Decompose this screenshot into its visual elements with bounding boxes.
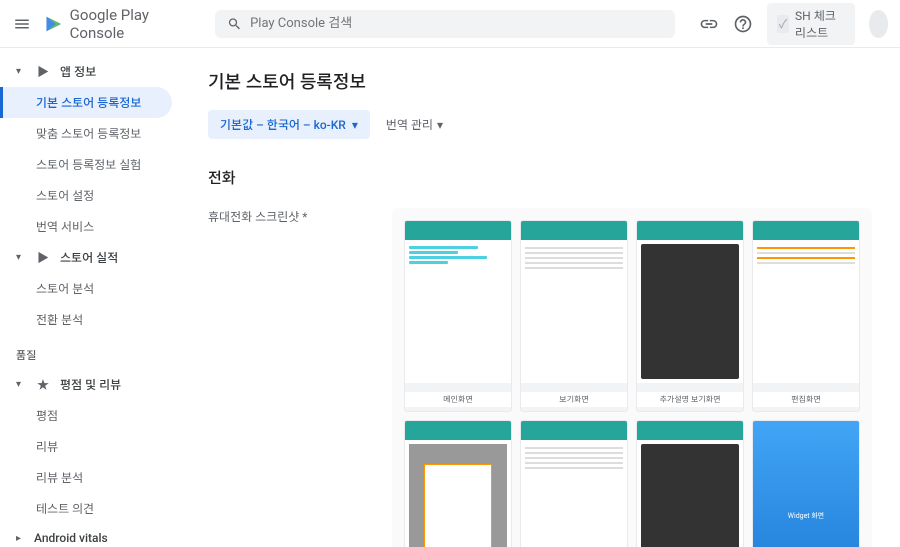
- sidebar-item[interactable]: 평점: [0, 400, 172, 431]
- check-icon: ✓: [777, 15, 789, 33]
- lang-label: 기본값 – 한국어 – ko-KR: [220, 116, 346, 133]
- screenshot-thumbnail[interactable]: 메인화면: [404, 220, 512, 412]
- checklist-label: SH 체크리스트: [795, 7, 845, 41]
- nav-label: 스토어 설정: [36, 187, 94, 204]
- translate-label: 번역 관리: [386, 116, 433, 133]
- help-icon[interactable]: [733, 14, 753, 34]
- screenshot-thumbnail[interactable]: 보기화면: [520, 220, 628, 412]
- nav-label: 스토어 등록정보 실험: [36, 156, 141, 173]
- language-chip[interactable]: 기본값 – 한국어 – ko-KR ▾: [208, 110, 370, 139]
- sidebar-item[interactable]: 스토어 분석: [0, 273, 172, 304]
- nav-label: 앱 정보: [60, 63, 96, 80]
- play-icon: ▶: [34, 63, 52, 80]
- chevron-right-icon: ▸: [16, 533, 28, 544]
- nav-label: 번역 서비스: [36, 218, 94, 235]
- nav-label: 평점 및 리뷰: [60, 376, 121, 393]
- sidebar-item[interactable]: 스토어 등록정보 실험: [0, 149, 172, 180]
- nav-label: Android vitals: [34, 531, 108, 545]
- menu-icon[interactable]: [12, 12, 32, 36]
- screenshot-field: 휴대전화 스크린샷 * 메인화면보기화면추가설명 보기화면편집화면추가설명 편집…: [208, 208, 872, 547]
- screenshot-thumbnail[interactable]: 추가설명 보기화면: [636, 220, 744, 412]
- sidebar-item[interactable]: 번역 서비스: [0, 211, 172, 242]
- sidebar-item-vitals[interactable]: ▸ Android vitals: [0, 524, 172, 547]
- sidebar-item[interactable]: 리뷰: [0, 431, 172, 462]
- nav-label: 맞춤 스토어 등록정보: [36, 125, 141, 142]
- screenshot-thumbnail[interactable]: Widget 화면: [752, 420, 860, 547]
- field-label: 휴대전화 스크린샷 *: [208, 208, 368, 225]
- screenshot-thumbnail[interactable]: 추가설명 편집화면: [404, 420, 512, 547]
- sidebar-item[interactable]: 맞춤 스토어 등록정보: [0, 118, 172, 149]
- star-icon: ★: [34, 376, 52, 393]
- section-title: 전화: [208, 167, 872, 188]
- avatar[interactable]: [869, 10, 888, 38]
- nav-label: 기본 스토어 등록정보: [36, 94, 141, 111]
- language-row: 기본값 – 한국어 – ko-KR ▾ 번역 관리 ▾: [208, 110, 872, 139]
- sidebar-group-header[interactable]: ▾ ▶ 스토어 실적: [0, 242, 172, 273]
- chevron-down-icon: ▾: [16, 379, 28, 390]
- nav-label: 스토어 실적: [60, 249, 118, 266]
- chevron-down-icon: ▾: [437, 118, 443, 132]
- sidebar-item[interactable]: 기본 스토어 등록정보: [0, 87, 172, 118]
- nav-label: 스토어 분석: [36, 280, 94, 297]
- nav-label: 리뷰: [36, 438, 58, 455]
- nav-label: 평점: [36, 407, 58, 424]
- thumbnail-grid: 메인화면보기화면추가설명 보기화면편집화면추가설명 편집화면 Widget 화면: [404, 220, 860, 547]
- logo[interactable]: Google Play Console: [44, 6, 183, 42]
- sidebar-group-header[interactable]: ▾ ▶ 앱 정보: [0, 56, 172, 87]
- quality-section-title: 품질: [0, 335, 180, 369]
- play-icon: ▶: [34, 249, 52, 266]
- chevron-down-icon: ▾: [352, 118, 358, 132]
- translate-menu[interactable]: 번역 관리 ▾: [386, 116, 443, 133]
- sidebar-group-header[interactable]: ▾ ★ 평점 및 리뷰: [0, 369, 172, 400]
- app-header: Google Play Console ✓ SH 체크리스트: [0, 0, 900, 48]
- sidebar-item[interactable]: 전환 분석: [0, 304, 172, 335]
- sidebar-item[interactable]: 테스트 의견: [0, 493, 172, 524]
- checklist-badge[interactable]: ✓ SH 체크리스트: [767, 3, 855, 45]
- sidebar: ▾ ▶ 앱 정보기본 스토어 등록정보맞춤 스토어 등록정보스토어 등록정보 실험스…: [0, 48, 180, 547]
- sidebar-item[interactable]: 스토어 설정: [0, 180, 172, 211]
- search-icon: [227, 16, 242, 32]
- nav-label: 테스트 의견: [36, 500, 94, 517]
- screenshot-thumbnail[interactable]: [520, 420, 628, 547]
- chevron-down-icon: ▾: [16, 252, 28, 263]
- logo-text: Google Play Console: [70, 6, 183, 42]
- page-title: 기본 스토어 등록정보: [208, 68, 872, 94]
- screenshot-thumbnail[interactable]: [636, 420, 744, 547]
- header-actions: ✓ SH 체크리스트: [699, 3, 888, 45]
- search-input[interactable]: [250, 16, 663, 31]
- nav-label: 리뷰 분석: [36, 469, 83, 486]
- main-content: 기본 스토어 등록정보 기본값 – 한국어 – ko-KR ▾ 번역 관리 ▾ …: [180, 48, 900, 547]
- chevron-down-icon: ▾: [16, 66, 28, 77]
- screenshot-container: 메인화면보기화면추가설명 보기화면편집화면추가설명 편집화면Widget 화면 …: [392, 208, 872, 547]
- sidebar-item[interactable]: 리뷰 분석: [0, 462, 172, 493]
- screenshot-thumbnail[interactable]: 편집화면: [752, 220, 860, 412]
- nav-label: 전환 분석: [36, 311, 83, 328]
- link-icon[interactable]: [699, 14, 719, 34]
- search-box[interactable]: [215, 10, 675, 38]
